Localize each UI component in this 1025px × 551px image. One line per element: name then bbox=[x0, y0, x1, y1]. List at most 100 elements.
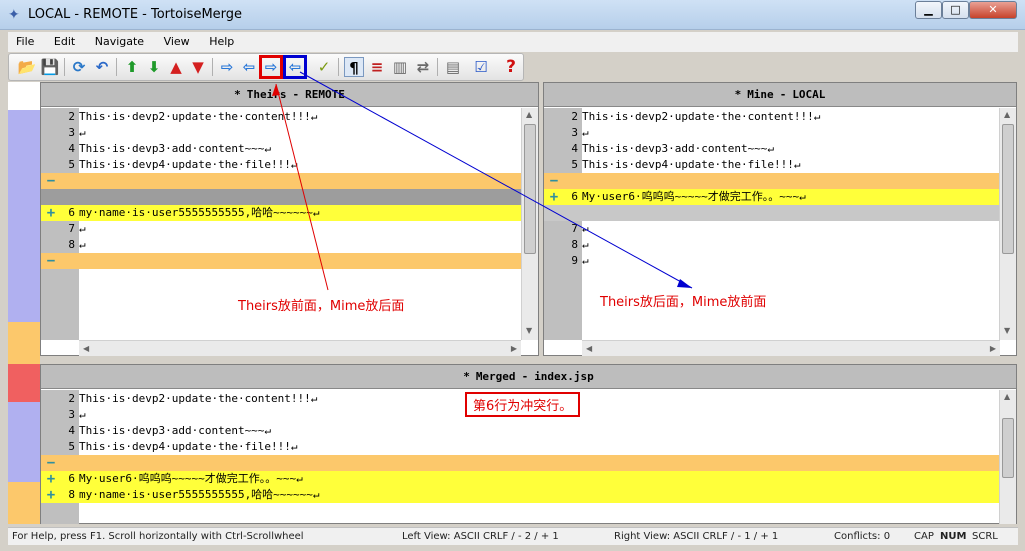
minimize-button[interactable]: ▁ bbox=[915, 1, 942, 19]
mine-horizontal-scrollbar[interactable]: ◀ ▶ bbox=[582, 340, 1000, 356]
code-line[interactable]: 2 This·is·devp2·update·the·content!!!↵ bbox=[41, 109, 521, 125]
save-icon[interactable]: 💾 bbox=[40, 57, 60, 77]
toolbar: 📂 💾 ⟳ ↶ ⬆ ⬇ ▲ ▼ ⇨ ⇦ ⇨ ⇦ ✓ ¶ ≡ ▥ ⇄ ▤ ☑ ? bbox=[8, 53, 524, 81]
code-line[interactable]: 4 This·is·devp3·add·content~~~↵ bbox=[41, 423, 999, 439]
line-number: 2 bbox=[68, 110, 75, 123]
theirs-before-mine-icon[interactable]: ⇨ bbox=[259, 55, 283, 79]
use-mine-icon[interactable]: ⇦ bbox=[239, 57, 259, 77]
patch-icon[interactable]: ▤ bbox=[443, 57, 463, 77]
code-line[interactable]: 5 This·is·devp4·update·the·file!!!↵ bbox=[41, 157, 521, 173]
undo-icon[interactable]: ↶ bbox=[92, 57, 112, 77]
menu-view[interactable]: View bbox=[156, 32, 198, 48]
code-line[interactable]: − bbox=[41, 455, 999, 471]
line-number: 5 bbox=[68, 158, 75, 171]
code-line[interactable]: − bbox=[544, 173, 999, 189]
merged-vertical-scrollbar[interactable]: ▲ bbox=[999, 390, 1016, 524]
line-text: ↵ bbox=[79, 126, 86, 139]
line-number: 3 bbox=[68, 126, 75, 139]
whitespace-icon[interactable]: ¶ bbox=[344, 57, 364, 77]
status-conflicts: Conflicts: 0 bbox=[834, 531, 891, 542]
code-line[interactable]: +6 my·name·is·user5555555555,哈哈~~~~~~↵ bbox=[41, 205, 521, 221]
added-line-icon: + bbox=[549, 189, 559, 205]
annotation-theirs-last: Theirs放后面，Mime放前面 bbox=[600, 295, 767, 310]
line-number: 3 bbox=[571, 126, 578, 139]
code-line[interactable]: 7 ↵ bbox=[544, 221, 999, 237]
open-icon[interactable]: 📂 bbox=[17, 57, 37, 77]
added-line-icon: + bbox=[46, 487, 56, 503]
locator-bar[interactable] bbox=[8, 82, 40, 524]
line-text: ↵ bbox=[582, 254, 589, 267]
next-conflict-icon[interactable]: ▼ bbox=[188, 57, 208, 77]
code-line[interactable]: 8 ↵ bbox=[41, 237, 521, 253]
line-text: My·user6·呜呜呜~~~~~才做完工作。。~~~↵ bbox=[582, 190, 806, 203]
help-icon[interactable]: ? bbox=[501, 57, 521, 77]
added-line-icon: + bbox=[46, 205, 56, 221]
line-number: 6 bbox=[68, 206, 75, 219]
line-number: 2 bbox=[571, 110, 578, 123]
line-text: ↵ bbox=[79, 222, 86, 235]
mine-pane[interactable]: * Mine - LOCAL 2 This·is·devp2·update·the·co… bbox=[543, 82, 1017, 356]
code-line[interactable]: +6 My·user6·呜呜呜~~~~~才做完工作。。~~~↵ bbox=[41, 471, 999, 487]
status-left-view: Left View: ASCII CRLF / - 2 / + 1 bbox=[402, 531, 559, 542]
mark-resolved-icon[interactable]: ✓ bbox=[314, 57, 334, 77]
removed-line-icon: − bbox=[46, 173, 56, 189]
window-title: LOCAL - REMOTE - TortoiseMerge bbox=[28, 7, 243, 22]
theirs-pane[interactable]: * Theirs - REMOTE 2 This·is·devp2·update·the… bbox=[40, 82, 539, 356]
mine-before-theirs-icon[interactable]: ⇦ bbox=[283, 55, 307, 79]
switch-icon[interactable]: ⇄ bbox=[413, 57, 433, 77]
settings-icon[interactable]: ☑ bbox=[471, 57, 491, 77]
menu-edit[interactable]: Edit bbox=[46, 32, 83, 48]
line-text: ↵ bbox=[79, 408, 86, 421]
prev-conflict-icon[interactable]: ▲ bbox=[166, 57, 186, 77]
line-number: 8 bbox=[68, 238, 75, 251]
status-help-text: For Help, press F1. Scroll horizontally … bbox=[12, 531, 304, 542]
line-text: my·name·is·user5555555555,哈哈~~~~~~↵ bbox=[79, 488, 320, 501]
theirs-horizontal-scrollbar[interactable]: ◀ ▶ bbox=[79, 340, 521, 356]
status-num: NUM bbox=[940, 531, 967, 542]
theirs-vertical-scrollbar[interactable]: ▲ ▼ bbox=[521, 108, 538, 340]
code-line[interactable]: 4 This·is·devp3·add·content~~~↵ bbox=[41, 141, 521, 157]
mine-vertical-scrollbar[interactable]: ▲ ▼ bbox=[999, 108, 1016, 340]
merged-pane[interactable]: * Merged - index.jsp 2 This·is·devp2·update·… bbox=[40, 364, 1017, 524]
code-line[interactable]: +8 my·name·is·user5555555555,哈哈~~~~~~↵ bbox=[41, 487, 999, 503]
prev-diff-icon[interactable]: ⬆ bbox=[122, 57, 142, 77]
one-pane-icon[interactable]: ▥ bbox=[390, 57, 410, 77]
code-line[interactable]: 3 ↵ bbox=[544, 125, 999, 141]
line-number: 4 bbox=[68, 142, 75, 155]
next-diff-icon[interactable]: ⬇ bbox=[144, 57, 164, 77]
code-line[interactable]: 7 ↵ bbox=[41, 221, 521, 237]
line-text: My·user6·呜呜呜~~~~~才做完工作。。~~~↵ bbox=[79, 472, 303, 485]
line-text: ↵ bbox=[582, 222, 589, 235]
maximize-button[interactable]: □ bbox=[942, 1, 969, 19]
line-text: my·name·is·user5555555555,哈哈~~~~~~↵ bbox=[79, 206, 320, 219]
inline-diff-icon[interactable]: ≡ bbox=[367, 57, 387, 77]
reload-icon[interactable]: ⟳ bbox=[69, 57, 89, 77]
menu-navigate[interactable]: Navigate bbox=[87, 32, 152, 48]
menu-help[interactable]: Help bbox=[201, 32, 242, 48]
code-line[interactable] bbox=[41, 189, 521, 205]
code-line[interactable]: 5 This·is·devp4·update·the·file!!!↵ bbox=[544, 157, 999, 173]
line-text: This·is·devp2·update·the·content!!!↵ bbox=[79, 110, 318, 123]
close-button[interactable]: ✕ bbox=[969, 1, 1017, 19]
code-line[interactable]: +6 My·user6·呜呜呜~~~~~才做完工作。。~~~↵ bbox=[544, 189, 999, 205]
code-line[interactable]: 8 ↵ bbox=[544, 237, 999, 253]
line-number: 4 bbox=[571, 142, 578, 155]
line-text: ↵ bbox=[79, 238, 86, 251]
code-line[interactable]: 2 This·is·devp2·update·the·content!!!↵ bbox=[544, 109, 999, 125]
title-bar: ✦ LOCAL - REMOTE - TortoiseMerge ▁ □ ✕ bbox=[0, 0, 1025, 30]
code-line[interactable] bbox=[544, 205, 999, 221]
added-line-icon: + bbox=[46, 471, 56, 487]
mine-pane-header: * Mine - LOCAL bbox=[544, 83, 1016, 107]
line-number: 2 bbox=[68, 392, 75, 405]
code-line[interactable]: 3 ↵ bbox=[41, 125, 521, 141]
code-line[interactable]: − bbox=[41, 253, 521, 269]
use-theirs-icon[interactable]: ⇨ bbox=[217, 57, 237, 77]
status-scrl: SCRL bbox=[972, 531, 998, 542]
code-line[interactable]: 9 ↵ bbox=[544, 253, 999, 269]
code-line[interactable]: − bbox=[41, 173, 521, 189]
code-line[interactable]: 4 This·is·devp3·add·content~~~↵ bbox=[544, 141, 999, 157]
menu-file[interactable]: File bbox=[8, 32, 42, 48]
line-number: 7 bbox=[571, 222, 578, 235]
line-text: This·is·devp3·add·content~~~↵ bbox=[79, 142, 272, 155]
code-line[interactable]: 5 This·is·devp4·update·the·file!!!↵ bbox=[41, 439, 999, 455]
